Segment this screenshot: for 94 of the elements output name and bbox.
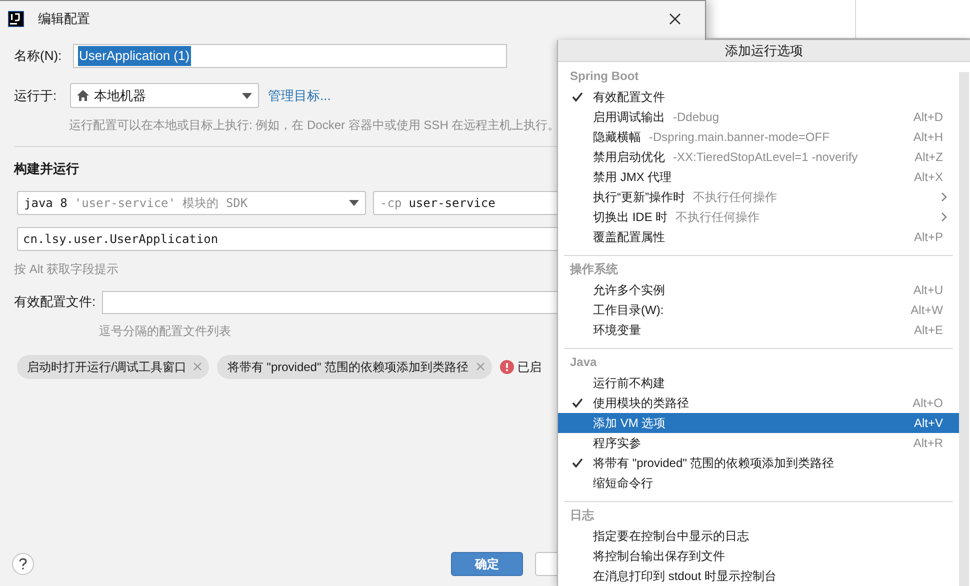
item-label: 缩短命令行: [593, 475, 653, 492]
ok-button[interactable]: 确定: [451, 552, 523, 576]
close-icon[interactable]: [669, 12, 681, 24]
shortcut: Alt+E: [914, 322, 943, 339]
item-hint: -Ddebug: [673, 109, 720, 126]
help-icon: [19, 558, 27, 570]
classpath-field[interactable]: -cp user-service: [373, 190, 557, 214]
option-chip[interactable]: 启动时打开运行/调试工具窗口: [17, 354, 210, 378]
item-label: 添加 VM 选项: [593, 415, 666, 432]
manage-targets-link[interactable]: 管理目标...: [268, 86, 331, 106]
home-icon: [77, 90, 89, 101]
item-hint: 不执行任何操作: [693, 189, 777, 206]
item-label: 隐藏横幅: [593, 129, 641, 146]
section-header: 操作系统: [568, 261, 619, 278]
item-hint: -Dspring.main.banner-mode=OFF: [649, 129, 830, 146]
menu-item[interactable]: 覆盖配置属性 Alt+P: [558, 227, 959, 247]
item-label: 覆盖配置属性: [593, 229, 665, 246]
section-title: 构建并运行: [14, 160, 80, 178]
menu-item[interactable]: 指定要在控制台中显示的日志: [558, 526, 959, 546]
dropdown-arrow-icon: [242, 92, 252, 98]
error-text: 已启: [518, 358, 542, 376]
shortcut: Alt+O: [912, 395, 943, 412]
window-title: 编辑配置: [38, 10, 90, 28]
item-label: 将控制台输出保存到文件: [593, 548, 725, 565]
field-prefix: -cp: [380, 194, 402, 212]
item-label: 运行前不构建: [593, 375, 665, 392]
section-header: Spring Boot: [569, 68, 640, 85]
hint-text: 按 Alt 获取字段提示: [14, 260, 120, 278]
dropdown-arrow-icon: [349, 200, 359, 206]
menu-item[interactable]: 隐藏横幅 -Dspring.main.banner-mode=OFF Alt+H: [558, 127, 959, 147]
field-label: 有效配置文件:: [14, 293, 97, 312]
help-button[interactable]: [12, 553, 34, 575]
field-hint: 'user-service' 模块的 SDK: [74, 194, 248, 212]
menu-item[interactable]: 将带有 "provided" 范围的依赖项添加到类路径: [558, 453, 959, 473]
field-label: 运行于:: [14, 86, 58, 105]
menu-item[interactable]: 缩短命令行: [558, 473, 959, 493]
item-label: 启用调试输出: [593, 109, 665, 126]
menu-item[interactable]: 禁用启动优化 -XX:TieredStopAtLevel=1 -noverify Alt+Z: [558, 147, 959, 167]
shortcut: Alt+D: [913, 109, 943, 126]
item-label: 在消息打印到 stdout 时显示控制台: [593, 568, 776, 585]
item-label: 使用模块的类路径: [593, 395, 689, 412]
item-label: 程序实参: [593, 435, 641, 452]
shortcut: Alt+X: [914, 169, 943, 186]
section-header: 日志: [569, 507, 596, 524]
main-class-field[interactable]: cn.lsy.user.UserApplication: [17, 226, 557, 250]
item-label: 执行“更新”操作时: [593, 189, 685, 206]
menu-item[interactable]: 添加 VM 选项 Alt+V: [558, 413, 959, 433]
menu-item[interactable]: 运行前不构建: [558, 373, 959, 393]
menu-item[interactable]: 在消息打印到 stdout 时显示控制台: [558, 566, 959, 586]
menu-item[interactable]: 使用模块的类路径 Alt+O: [558, 393, 959, 413]
item-label: 有效配置文件: [593, 89, 665, 106]
name-field[interactable]: UserApplication (1): [73, 44, 507, 68]
item-label: 环境变量: [593, 322, 641, 339]
item-label: 允许多个实例: [593, 282, 665, 299]
item-hint: 不执行任何操作: [676, 209, 760, 226]
popup-title: 添加运行选项: [558, 40, 970, 62]
shortcut: Alt+V: [914, 415, 943, 432]
scrollbar[interactable]: [959, 72, 969, 586]
field-value: user-service: [408, 194, 496, 212]
field-label: 名称(N):: [14, 47, 63, 66]
field-value: java 8: [24, 194, 68, 212]
menu-item[interactable]: 有效配置文件: [558, 87, 959, 107]
hint-text: 逗号分隔的配置文件列表: [99, 322, 232, 340]
profiles-field[interactable]: [102, 290, 557, 314]
menu-item[interactable]: 程序实参 Alt+R: [558, 433, 959, 453]
item-label: 禁用启动优化: [593, 149, 665, 166]
shortcut: Alt+W: [910, 302, 943, 319]
menu-item[interactable]: 启用调试输出 -Ddebug Alt+D: [558, 107, 959, 127]
menu-item[interactable]: 允许多个实例 Alt+U: [558, 280, 959, 300]
option-chip[interactable]: 将带有 "provided" 范围的依赖项添加到类路径: [217, 354, 492, 378]
shortcut: Alt+P: [914, 229, 943, 246]
item-label: 将带有 "provided" 范围的依赖项添加到类路径: [593, 455, 834, 472]
item-label: 工作目录(W):: [593, 302, 664, 319]
menu-item[interactable]: 将控制台输出保存到文件: [558, 546, 959, 566]
shortcut: Alt+R: [913, 435, 943, 452]
menu-item[interactable]: 禁用 JMX 代理 Alt+X: [558, 167, 959, 187]
section-header: Java: [569, 354, 598, 371]
item-label: 禁用 JMX 代理: [593, 169, 672, 186]
shortcut: Alt+U: [913, 282, 943, 299]
app-logo-icon: [8, 10, 24, 26]
sdk-dropdown[interactable]: java 8 'user-service' 模块的 SDK: [17, 190, 366, 214]
item-hint: -XX:TieredStopAtLevel=1 -noverify: [673, 149, 858, 166]
shortcut: Alt+H: [913, 129, 943, 146]
menu-item[interactable]: 执行“更新”操作时 不执行任何操作: [558, 187, 959, 207]
menu-item[interactable]: 切换出 IDE 时 不执行任何操作: [558, 207, 959, 227]
menu-item[interactable]: 环境变量 Alt+E: [558, 320, 959, 340]
menu-item[interactable]: 工作目录(W): Alt+W: [558, 300, 959, 320]
hint-text: 运行配置可以在本地或目标上执行: 例如，在 Docker 容器中或使用 SSH 在远程主机上执行。: [69, 117, 557, 134]
error-icon: [500, 360, 514, 374]
item-label: 切换出 IDE 时: [593, 209, 668, 226]
item-label: 指定要在控制台中显示的日志: [593, 528, 749, 545]
shortcut: Alt+Z: [914, 149, 943, 166]
target-dropdown[interactable]: 本地机器: [70, 83, 259, 108]
field-value: UserApplication (1): [78, 46, 191, 66]
